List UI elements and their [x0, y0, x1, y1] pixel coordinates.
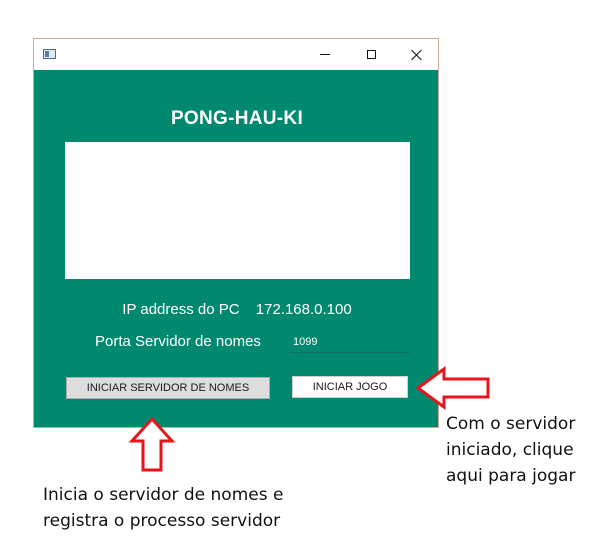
close-button[interactable] [394, 39, 440, 70]
app-window-icon [43, 49, 56, 59]
maximize-icon [366, 50, 376, 59]
left-arrow-annotation [415, 366, 490, 410]
minimize-icon [320, 54, 330, 55]
annotation-line: registra o processo servidor [43, 511, 281, 531]
port-input[interactable] [290, 331, 410, 353]
start-game-button[interactable]: INICIAR JOGO [292, 376, 408, 398]
annotation-line: Com o servidor [446, 414, 576, 434]
start-name-server-button[interactable]: INICIAR SERVIDOR DE NOMES [66, 377, 270, 399]
ip-address-value: 172.168.0.100 [255, 301, 352, 318]
annotation-line: iniciado, clique [446, 440, 574, 460]
left-arrow-shape [415, 366, 490, 410]
port-label: Porta Servidor de nomes [95, 333, 261, 350]
ip-address-row: IP address do PC 172.168.0.100 [34, 301, 440, 318]
app-title: PONG-HAU-KI [170, 108, 304, 129]
up-arrow-shape [128, 416, 176, 472]
up-arrow-annotation [128, 416, 176, 472]
log-textarea[interactable] [65, 142, 410, 279]
minimize-button[interactable] [302, 39, 348, 70]
annotation-line: aqui para jogar [446, 466, 576, 486]
start-game-annotation: Com o servidor iniciado, clique aqui par… [446, 411, 575, 489]
maximize-button[interactable] [348, 39, 394, 70]
annotation-line: Inicia o servidor de nomes e [43, 485, 284, 505]
app-window: PONG-HAU-KI IP address do PC 172.168.0.1… [33, 38, 439, 428]
name-server-annotation: Inicia o servidor de nomes e registra o … [43, 482, 283, 534]
ip-address-label: IP address do PC [122, 301, 240, 318]
close-icon [411, 49, 423, 61]
title-bar[interactable] [34, 39, 438, 70]
